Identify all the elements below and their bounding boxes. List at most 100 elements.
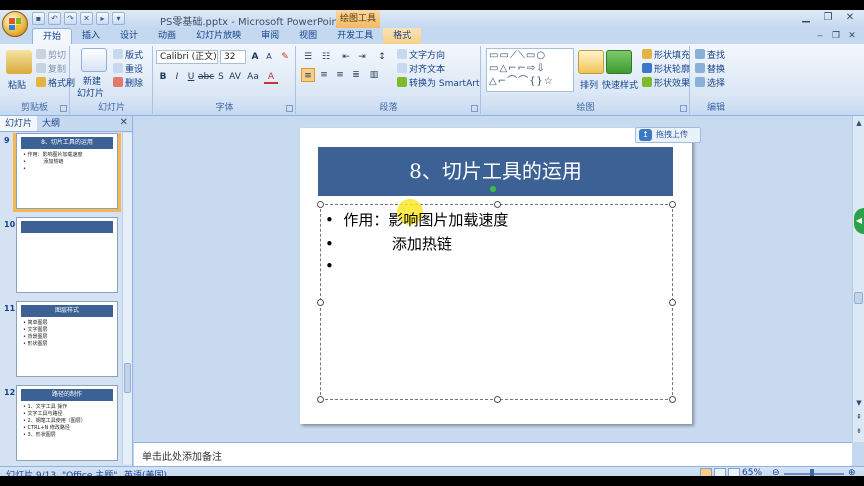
- shape-outline-button[interactable]: 形状轮廓: [642, 62, 690, 75]
- char-spacing-icon[interactable]: AV: [228, 70, 242, 84]
- zoom-level[interactable]: 65%: [742, 468, 762, 476]
- columns-icon[interactable]: ▥: [367, 68, 381, 82]
- tab-review[interactable]: 审阅: [251, 28, 289, 44]
- ribbon-minimize-icon[interactable]: ‒: [814, 30, 826, 42]
- bullet-item[interactable]: • 添加热链: [325, 233, 452, 254]
- undo-icon[interactable]: ↶: [48, 12, 61, 25]
- grow-font-icon[interactable]: A: [248, 50, 262, 64]
- paragraph-launcher-icon[interactable]: [471, 105, 478, 112]
- font-size-combo[interactable]: 32: [220, 50, 246, 64]
- drawing-launcher-icon[interactable]: [680, 105, 687, 112]
- align-center-icon[interactable]: ≡: [317, 68, 331, 82]
- resize-handle[interactable]: [317, 299, 324, 306]
- tab-animations[interactable]: 动画: [148, 28, 186, 44]
- current-slide[interactable]: 8、切片工具的运用 • 作用：影响图片加载速度 • 添加热链 • ↥ 拖拽上传: [300, 127, 701, 424]
- zoom-out-icon[interactable]: ⊖: [772, 468, 780, 476]
- normal-view-icon[interactable]: [700, 468, 712, 476]
- shadow-icon[interactable]: S: [214, 70, 228, 84]
- panel-scroll-thumb[interactable]: [124, 363, 131, 393]
- replace-button[interactable]: 替换: [695, 62, 725, 75]
- bullet-item[interactable]: • 作用：影响图片加载速度: [325, 199, 508, 230]
- slide-thumbnail[interactable]: [16, 217, 118, 293]
- zoom-slider[interactable]: [784, 473, 844, 475]
- resize-handle[interactable]: [494, 396, 501, 403]
- scroll-down-icon[interactable]: ▼: [854, 398, 864, 408]
- tab-home[interactable]: 开始: [32, 28, 73, 44]
- content-placeholder[interactable]: • 作用：影响图片加载速度 • 添加热链 •: [317, 199, 676, 403]
- tab-developer[interactable]: 开发工具: [327, 28, 383, 44]
- align-left-icon[interactable]: ≡: [301, 68, 315, 82]
- panel-close-icon[interactable]: ✕: [120, 117, 128, 128]
- reset-button[interactable]: 重设: [113, 62, 143, 75]
- rotation-handle[interactable]: [490, 186, 496, 192]
- tab-insert[interactable]: 插入: [72, 28, 110, 44]
- align-text-button[interactable]: 对齐文本: [397, 62, 445, 75]
- slideshow-icon[interactable]: ▸: [96, 12, 109, 25]
- font-color-icon[interactable]: A: [264, 70, 278, 84]
- find-button[interactable]: 查找: [695, 48, 725, 61]
- quick-styles-icon[interactable]: [606, 50, 632, 74]
- line-spacing-icon[interactable]: ↕: [375, 50, 389, 64]
- drag-upload-badge[interactable]: ↥ 拖拽上传: [635, 127, 701, 143]
- scroll-up-icon[interactable]: ▲: [854, 118, 864, 128]
- align-right-icon[interactable]: ≡: [333, 68, 347, 82]
- tab-format[interactable]: 格式: [383, 28, 422, 44]
- floating-widget-icon[interactable]: ◀: [854, 208, 864, 234]
- tab-view[interactable]: 视图: [289, 28, 327, 44]
- paste-icon[interactable]: [6, 50, 32, 74]
- thumbnail-row[interactable]: 9 8、切片工具的运用 • 作用：影响图片加载速度 • 添加热链 •: [0, 133, 122, 213]
- underline-icon[interactable]: U: [184, 70, 198, 84]
- font-launcher-icon[interactable]: [286, 105, 293, 112]
- thumbnail-row[interactable]: 10: [0, 217, 122, 297]
- format-painter-button[interactable]: 格式刷: [36, 76, 75, 89]
- resize-handle[interactable]: [494, 201, 501, 208]
- redo-icon[interactable]: ↷: [64, 12, 77, 25]
- shape-fill-button[interactable]: 形状填充: [642, 48, 690, 61]
- cut-button[interactable]: 剪切: [36, 48, 66, 61]
- new-slide-button-label[interactable]: 幻灯片: [77, 86, 104, 99]
- slideshow-view-icon[interactable]: [728, 468, 740, 476]
- prev-slide-icon[interactable]: ⇞: [854, 412, 864, 422]
- restore-icon[interactable]: ❐: [818, 11, 838, 25]
- justify-icon[interactable]: ≣: [349, 68, 363, 82]
- theme-name[interactable]: "Office 主题": [62, 468, 117, 476]
- tab-slideshow[interactable]: 幻灯片放映: [186, 28, 251, 44]
- minimize-icon[interactable]: ▁: [796, 11, 816, 25]
- quick-styles-button[interactable]: 快速样式: [602, 78, 638, 91]
- convert-smartart-button[interactable]: 转换为 SmartArt: [397, 76, 479, 89]
- ribbon-close-icon[interactable]: ✕: [846, 30, 858, 42]
- font-name-combo[interactable]: Calibri (正文): [156, 50, 218, 64]
- bold-icon[interactable]: B: [156, 70, 170, 84]
- arrange-icon[interactable]: [578, 50, 604, 74]
- slide-scroll-thumb[interactable]: [854, 292, 863, 304]
- office-button[interactable]: [2, 11, 28, 37]
- increase-indent-icon[interactable]: ⇥: [355, 50, 369, 64]
- slide-sorter-icon[interactable]: [714, 468, 726, 476]
- slide-thumbnail[interactable]: 8、切片工具的运用 • 作用：影响图片加载速度 • 添加热链 •: [13, 133, 121, 212]
- thumbnail-row[interactable]: 12 路径的制作 • 1、文字工具 操作 • 文字工具与路径 • 2、钢笔工具使…: [0, 385, 122, 464]
- bullets-icon[interactable]: ☰: [301, 50, 315, 64]
- panel-scrollbar[interactable]: [122, 133, 132, 464]
- zoom-slider-knob[interactable]: [810, 469, 814, 476]
- resize-handle[interactable]: [669, 201, 676, 208]
- close-icon[interactable]: ✕: [840, 11, 860, 25]
- customize-qat-icon[interactable]: ▾: [112, 12, 125, 25]
- new-slide-icon[interactable]: [81, 48, 107, 72]
- next-slide-icon[interactable]: ⇟: [854, 426, 864, 436]
- save-icon[interactable]: ▪: [32, 12, 45, 25]
- copy-button[interactable]: 复制: [36, 62, 66, 75]
- select-button[interactable]: 选择: [695, 76, 725, 89]
- slide-thumbnail[interactable]: 图层样式 • 简单图层 • 文字图层 • 背景图层 • 形状图层: [16, 301, 118, 377]
- strikethrough-icon[interactable]: abc: [198, 70, 214, 84]
- delete-slide-button[interactable]: 删除: [113, 76, 143, 89]
- text-direction-button[interactable]: 文字方向: [397, 48, 445, 61]
- panel-tab-outline[interactable]: 大纲: [37, 116, 65, 131]
- clipboard-launcher-icon[interactable]: [60, 105, 67, 112]
- notes-pane[interactable]: 单击此处添加备注: [134, 442, 852, 466]
- layout-button[interactable]: 版式: [113, 48, 143, 61]
- italic-icon[interactable]: I: [170, 70, 184, 84]
- language[interactable]: 英语(美国): [124, 468, 167, 476]
- zoom-in-icon[interactable]: ⊕: [848, 468, 856, 476]
- decrease-indent-icon[interactable]: ⇤: [339, 50, 353, 64]
- shrink-font-icon[interactable]: A: [262, 50, 276, 64]
